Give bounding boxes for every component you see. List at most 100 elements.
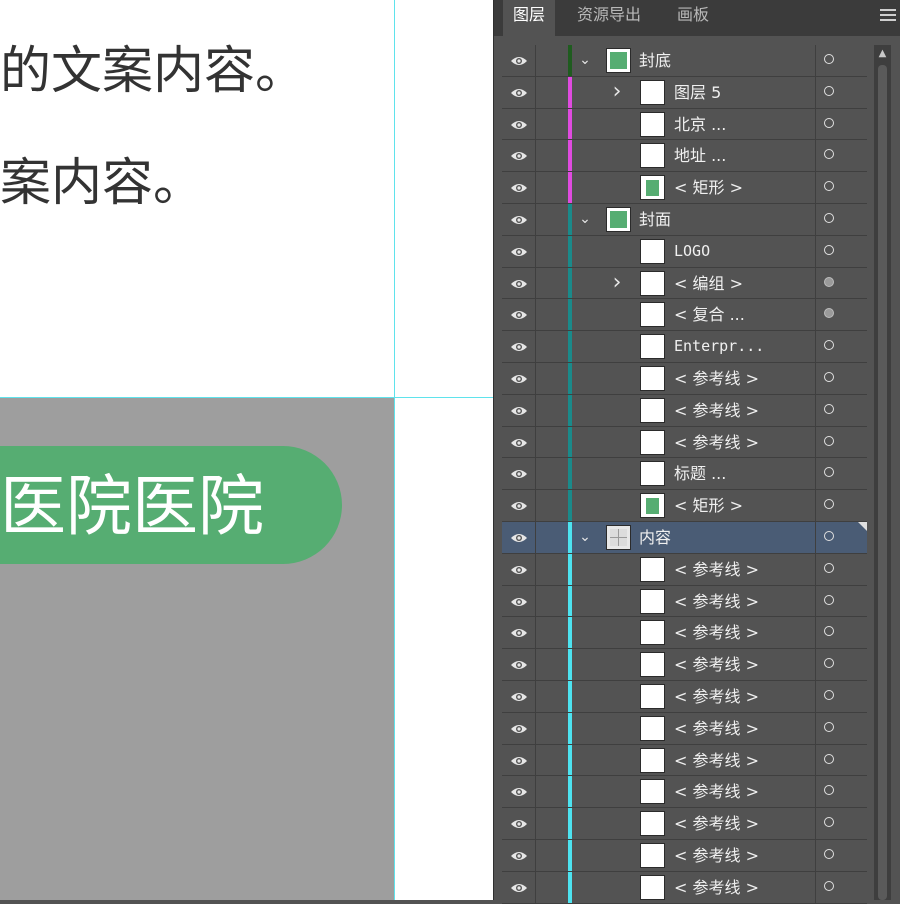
layer-row[interactable]: ⌄ 内容 [502, 521, 867, 554]
layer-row[interactable]: ⌄ 封面 [502, 203, 867, 236]
eye-icon[interactable] [510, 753, 528, 767]
lock-column[interactable] [535, 712, 536, 744]
layer-name[interactable]: < 参考线 > [674, 617, 759, 648]
lock-column[interactable] [535, 45, 536, 76]
tab-artboards[interactable]: 画板 [664, 0, 722, 36]
scroll-thumb[interactable] [878, 65, 887, 900]
layer-row[interactable]: < 参考线 > [502, 649, 867, 681]
layer-row[interactable]: < 参考线 > [502, 394, 867, 427]
layer-row[interactable]: < 参考线 > [502, 553, 867, 586]
tab-asset-export[interactable]: 资源导出 [564, 0, 654, 36]
lock-column[interactable] [535, 871, 536, 903]
layer-name[interactable]: < 矩形 > [674, 490, 743, 521]
layer-row[interactable]: < 参考线 > [502, 776, 867, 809]
target-circle-icon[interactable] [824, 244, 834, 255]
eye-icon[interactable] [510, 721, 528, 735]
layer-name[interactable]: < 参考线 > [674, 427, 759, 458]
chevron-right-icon[interactable]: › [610, 80, 624, 102]
eye-icon[interactable] [510, 816, 528, 830]
layer-name[interactable]: < 参考线 > [674, 776, 759, 807]
target-circle-icon[interactable] [824, 658, 834, 669]
eye-icon[interactable] [510, 562, 528, 576]
lock-column[interactable] [535, 140, 536, 172]
target-circle-icon[interactable] [824, 435, 834, 446]
eye-icon[interactable] [510, 307, 528, 321]
eye-icon[interactable] [510, 339, 528, 353]
target-circle-icon[interactable] [824, 689, 834, 700]
layer-name[interactable]: 封底 [639, 45, 671, 76]
lock-column[interactable] [535, 521, 536, 553]
target-circle-icon[interactable] [824, 562, 834, 573]
layer-row[interactable]: < 矩形 > [502, 172, 867, 204]
eye-icon[interactable] [510, 148, 528, 162]
chevron-right-icon[interactable]: › [610, 271, 624, 293]
lock-column[interactable] [535, 172, 536, 203]
layer-row[interactable]: ⌄ 封底 [502, 45, 867, 77]
layer-name[interactable]: 北京 ... [674, 109, 726, 140]
eye-icon[interactable] [510, 594, 528, 608]
lock-column[interactable] [535, 394, 536, 426]
target-circle-icon[interactable] [824, 848, 834, 859]
eye-icon[interactable] [510, 784, 528, 798]
lock-column[interactable] [535, 426, 536, 458]
layer-row[interactable]: 地址 ... [502, 140, 867, 173]
layer-name[interactable]: < 参考线 > [674, 713, 759, 744]
layer-name[interactable]: Enterpr... [674, 331, 764, 362]
lock-column[interactable] [535, 776, 536, 808]
eye-icon[interactable] [510, 212, 528, 226]
target-circle-icon[interactable] [824, 880, 834, 891]
layer-name[interactable]: < 参考线 > [674, 649, 759, 680]
target-circle-icon[interactable] [824, 54, 834, 64]
layer-row[interactable]: 标题 ... [502, 458, 867, 491]
target-circle-icon[interactable] [824, 785, 834, 796]
layer-row[interactable]: < 复合 ... [502, 299, 867, 332]
layer-row[interactable]: < 参考线 > [502, 680, 867, 713]
eye-icon[interactable] [510, 276, 528, 290]
eye-icon[interactable] [510, 880, 528, 894]
layer-name[interactable]: 地址 ... [674, 140, 726, 171]
lock-column[interactable] [535, 235, 536, 267]
layer-row[interactable]: < 参考线 > [502, 871, 867, 904]
target-circle-icon[interactable] [824, 499, 834, 510]
target-circle-icon[interactable] [824, 149, 834, 160]
chevron-down-icon[interactable]: ⌄ [578, 51, 592, 69]
panel-menu-icon[interactable] [880, 6, 896, 26]
target-circle-icon[interactable] [824, 594, 834, 605]
layer-row[interactable]: < 矩形 > [502, 490, 867, 522]
lock-column[interactable] [535, 680, 536, 712]
layer-name[interactable]: < 参考线 > [674, 554, 759, 585]
eye-icon[interactable] [510, 85, 528, 99]
layer-row[interactable]: 北京 ... [502, 108, 867, 141]
layer-name[interactable]: 内容 [639, 522, 671, 553]
scroll-up-icon[interactable]: ▲ [874, 47, 891, 61]
layer-row[interactable]: < 参考线 > [502, 744, 867, 777]
target-circle-icon[interactable] [824, 212, 834, 223]
lock-column[interactable] [535, 76, 536, 108]
canvas-text-line-1[interactable]: 的文案内容。 [0, 46, 306, 97]
layers-scrollbar[interactable]: ▲ [874, 45, 891, 900]
lock-column[interactable] [535, 331, 536, 362]
layer-row[interactable]: < 参考线 > [502, 617, 867, 650]
lock-column[interactable] [535, 267, 536, 299]
lock-column[interactable] [535, 108, 536, 140]
eye-icon[interactable] [510, 244, 528, 258]
artboard-canvas[interactable]: 的文案内容。 案内容。 医院医院 [0, 0, 493, 900]
lock-column[interactable] [535, 617, 536, 649]
lock-column[interactable] [535, 553, 536, 585]
target-circle-icon[interactable] [824, 340, 834, 351]
layer-name[interactable]: 标题 ... [674, 458, 726, 489]
canvas-text-line-2[interactable]: 案内容。 [0, 158, 204, 209]
eye-icon[interactable] [510, 435, 528, 449]
lock-column[interactable] [535, 649, 536, 680]
layer-name[interactable]: < 参考线 > [674, 681, 759, 712]
target-circle-icon[interactable] [824, 817, 834, 828]
layer-name[interactable]: < 参考线 > [674, 363, 759, 394]
eye-icon[interactable] [510, 689, 528, 703]
layer-row[interactable]: < 参考线 > [502, 426, 867, 459]
layer-name[interactable]: < 参考线 > [674, 840, 759, 871]
lock-column[interactable] [535, 744, 536, 776]
lock-column[interactable] [535, 490, 536, 521]
eye-icon[interactable] [510, 848, 528, 862]
lock-column[interactable] [535, 299, 536, 331]
pill-text[interactable]: 医院医院 [0, 474, 264, 540]
